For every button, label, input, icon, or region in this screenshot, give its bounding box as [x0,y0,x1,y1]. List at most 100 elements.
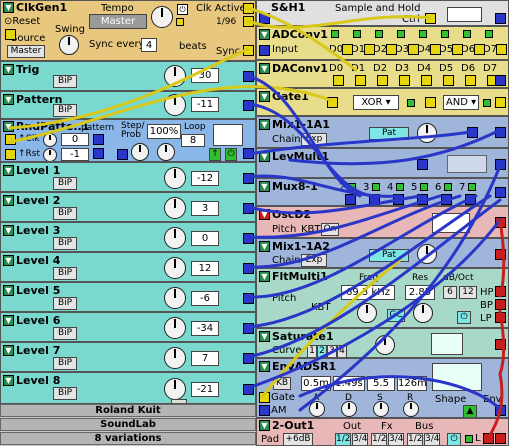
mix-knob[interactable] [417,244,437,264]
reset-input[interactable] [5,29,16,40]
bip-button[interactable]: BiP [53,177,77,190]
fx-12-button[interactable]: 1/2 [371,433,387,445]
bip-button[interactable]: BiP [53,327,77,340]
level-knob[interactable] [164,257,186,279]
db12-button[interactable]: 12 [459,286,477,299]
gate-out-1[interactable] [425,97,436,108]
source-button[interactable]: Master [7,45,45,58]
sync-output[interactable] [243,45,254,56]
db6-button[interactable]: 6 [443,286,457,299]
level-knob[interactable] [164,94,186,116]
curve-2-button[interactable]: 2 [317,345,327,357]
curve-1-button[interactable]: 1 [307,345,317,357]
module-collapse-icon[interactable]: ▼ [259,361,270,372]
module-collapse-icon[interactable]: ▼ [259,420,270,431]
level-knob[interactable] [164,378,186,400]
module-collapse-icon[interactable]: ▼ [3,195,14,206]
module-collapse-icon[interactable]: ▼ [3,94,14,105]
module-collapse-icon[interactable]: ▼ [3,2,14,13]
release-knob[interactable] [403,401,419,417]
mux-slot-input[interactable] [441,194,452,205]
pat-button[interactable]: Pat [369,127,409,140]
shape-button[interactable]: ▲ [463,405,477,417]
daconv-output[interactable] [495,75,506,86]
sustain-knob[interactable] [373,401,389,417]
mux-slot-input[interactable] [465,194,476,205]
out-l-input[interactable] [483,433,494,444]
freq-knob[interactable] [357,303,377,323]
reset-label[interactable]: ⊙Reset [4,16,40,27]
step-input[interactable] [117,149,128,160]
pattern-a-knob[interactable] [43,133,57,147]
pattern-b-knob[interactable] [43,148,57,161]
pattern-b-input[interactable] [93,148,104,159]
on-button[interactable]: On [321,223,339,236]
bip-button[interactable]: BiP [53,207,77,220]
level-knob[interactable] [164,227,186,249]
clkgen-button-icon[interactable]: ⏻ [177,4,188,15]
level-output[interactable] [243,203,254,214]
bip-button[interactable]: BiP [53,104,77,117]
gate-op2-select[interactable]: AND ▾ [443,95,479,110]
level-output[interactable] [243,173,254,184]
curve-4-button[interactable]: 4 [337,345,347,357]
gate-op1-select[interactable]: XOR ▾ [353,95,399,110]
saturate-output[interactable] [495,339,506,350]
module-collapse-icon[interactable]: ▼ [259,331,270,342]
gate-out-2[interactable] [495,97,506,108]
out-r-input[interactable] [495,433,506,444]
mux-output[interactable] [495,187,506,198]
gc-button[interactable]: GC [387,309,405,322]
adconv-bit-output[interactable] [496,44,507,55]
mix-input[interactable] [467,127,478,138]
hp-output[interactable] [495,286,506,297]
level-output[interactable] [243,233,254,244]
bip-button[interactable]: BiP [53,267,77,280]
module-collapse-icon[interactable]: ▼ [259,181,270,192]
mix-knob[interactable] [417,123,437,143]
level-output[interactable] [243,71,254,82]
module-collapse-icon[interactable]: ▼ [259,151,270,162]
level-output[interactable] [243,293,254,304]
level-knob[interactable] [164,317,186,339]
daconv-bit-input[interactable] [399,75,410,86]
am-input[interactable] [259,405,270,416]
exp-button[interactable]: Exp [301,133,327,146]
mux-slot-input[interactable] [417,194,428,205]
tempo-knob[interactable] [151,6,173,28]
bip-button[interactable]: BiP [53,357,77,370]
exp-button[interactable]: Exp [301,254,327,267]
pad-button[interactable]: +6dB [283,433,313,445]
out-12-button[interactable]: 1/2 [335,433,351,445]
bus-12-button[interactable]: 1/2 [407,433,423,445]
level-knob[interactable] [164,167,186,189]
bp-output[interactable] [495,299,506,310]
pattern-output[interactable] [243,148,254,159]
module-collapse-icon[interactable]: ▼ [259,119,270,130]
module-collapse-icon[interactable]: ▼ [3,375,14,386]
pat-button[interactable]: Pat [369,249,409,262]
module-collapse-icon[interactable]: ▼ [3,64,14,75]
level-knob[interactable] [164,65,186,87]
ctrl-input[interactable] [425,13,436,24]
module-collapse-icon[interactable]: ▼ [259,209,270,220]
adconv-input[interactable] [259,45,270,56]
osc-output[interactable] [495,217,506,228]
levmult-output[interactable] [495,159,506,170]
level-knob[interactable] [164,347,186,369]
level-knob[interactable] [164,197,186,219]
decay-knob[interactable] [341,401,357,417]
fx-34-button[interactable]: 3/4 [388,433,404,445]
level-knob[interactable] [164,287,186,309]
daconv-bit-input[interactable] [465,75,476,86]
rst-input[interactable] [5,149,16,160]
module-collapse-icon[interactable]: ▼ [259,271,270,282]
mux-slot-input[interactable] [369,194,380,205]
level-output[interactable] [243,384,254,395]
power-button[interactable]: ⏻ [225,148,237,161]
out-34-button[interactable]: 3/4 [352,433,368,445]
module-collapse-icon[interactable]: ▼ [3,285,14,296]
bip-button[interactable]: BiP [53,297,77,310]
module-collapse-icon[interactable]: ▼ [259,29,270,40]
daconv-bit-input[interactable] [355,75,366,86]
